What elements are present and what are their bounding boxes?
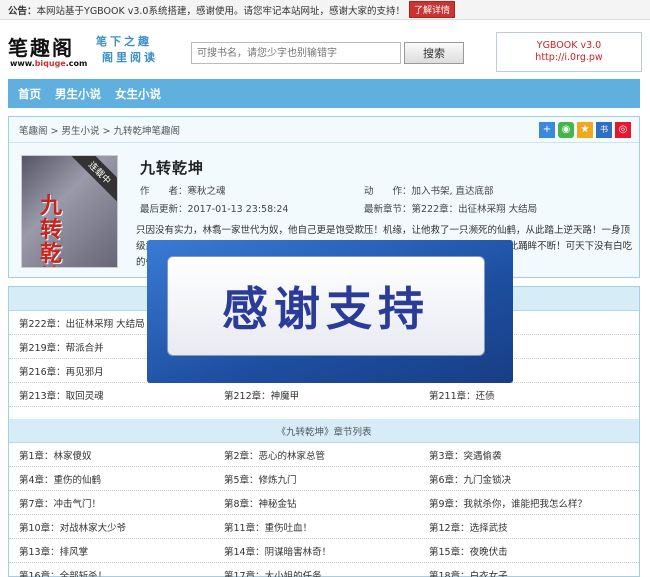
- chapter-row: 第1章：林家傻奴 第2章：恶心的林家总管 第3章：突遇偷袭: [9, 443, 639, 467]
- slogan: 笔下之趣 阁里阅读: [96, 34, 158, 66]
- updated-label: 最后更新：: [140, 204, 188, 215]
- chapter-link[interactable]: 第15章：夜晚伏击: [419, 539, 624, 562]
- chapter-link[interactable]: 第17章：大小姐的任务: [214, 563, 419, 577]
- author-row: 作 者：寒秋之魂: [140, 183, 226, 197]
- action-row: 动 作：加入书架, 直达底部: [364, 183, 494, 197]
- learn-more-button[interactable]: 了解详情: [408, 1, 455, 18]
- plus-icon[interactable]: +: [539, 122, 555, 138]
- logo-url-prefix: www.: [10, 59, 35, 68]
- action-label: 动 作：: [364, 186, 412, 197]
- promo-line-2: http://i.0rg.pw: [535, 52, 603, 63]
- chapter-link[interactable]: 第2章：恶心的林家总管: [214, 443, 419, 466]
- promo-box[interactable]: YGBOOK v3.0 http://i.0rg.pw: [496, 32, 642, 72]
- chapter-link[interactable]: 第213章：取回灵魂: [9, 383, 214, 406]
- thanks-text: 感谢支持: [222, 282, 430, 336]
- share-bar: + ◉ ★ 书 ◎: [539, 122, 631, 138]
- chapter-row: 第16章：全部斩杀！ 第17章：大小姐的任务 第18章：白衣女子: [9, 563, 639, 577]
- search-button[interactable]: 搜索: [404, 42, 464, 64]
- author-label: 作 者：: [140, 186, 188, 197]
- latest-label: 最新章节：: [364, 204, 412, 215]
- chapter-row: 第4章：重伤的仙鹤 第5章：修炼九门 第6章：九门金锁决: [9, 467, 639, 491]
- announcement-bar: 公告： 本网站基于YGBOOK v3.0系统搭建，感谢使用。请您牢记本站网址，感…: [0, 0, 650, 20]
- promo-line-1: YGBOOK v3.0: [536, 40, 602, 51]
- logo-url-suffix: .com: [65, 59, 88, 68]
- chapter-link[interactable]: 第16章：全部斩杀！: [9, 563, 214, 577]
- nav-home[interactable]: 首页: [18, 86, 41, 102]
- search-input[interactable]: [191, 42, 401, 64]
- chapter-link[interactable]: 第4章：重伤的仙鹤: [9, 467, 214, 490]
- wechat-icon[interactable]: ◉: [558, 122, 574, 138]
- weibo-icon[interactable]: ◎: [615, 122, 631, 138]
- chapter-link[interactable]: 第12章：选择武技: [419, 515, 624, 538]
- announcement-prefix: 公告：: [8, 5, 37, 17]
- book-cover[interactable]: 连载中 九转乾坤: [21, 155, 118, 268]
- chapter-link[interactable]: 第10章：对战林家大少爷: [9, 515, 214, 538]
- action-links[interactable]: 加入书架, 直达底部: [412, 186, 494, 197]
- updated-time: 2017-01-13 23:58:24: [187, 204, 289, 215]
- latest-row: 最新章节：第222章：出征林采翔 大结局: [364, 201, 537, 215]
- chapter-link[interactable]: 第9章：我就杀你，谁能把我怎么样？: [419, 491, 624, 514]
- chapter-link[interactable]: 第3章：突遇偷袭: [419, 443, 624, 466]
- chapter-link[interactable]: 第211章：还债: [419, 383, 624, 406]
- site-header: 笔趣阁 www.biquge.com 笔下之趣 阁里阅读 搜索 YGBOOK v…: [8, 26, 642, 74]
- slogan-line-2: 阁里阅读: [102, 51, 158, 64]
- chapter-link[interactable]: 第6章：九门金锁决: [419, 467, 624, 490]
- chapter-link[interactable]: 第1章：林家傻奴: [9, 443, 214, 466]
- chapter-row: 第13章：排风掌 第14章：阴谋暗害林奇！ 第15章：夜晚伏击: [9, 539, 639, 563]
- book-title: 九转乾坤: [140, 159, 205, 177]
- chapter-list-header: 《九转乾坤》章节列表: [9, 419, 639, 443]
- star-icon[interactable]: ★: [577, 122, 593, 138]
- chapter-link[interactable]: 第5章：修炼九门: [214, 467, 419, 490]
- latest-chapter-link[interactable]: 第222章：出征林采翔 大结局: [412, 204, 538, 215]
- chapter-link[interactable]: 第7章：冲击气门！: [9, 491, 214, 514]
- announcement-text: 本网站基于YGBOOK v3.0系统搭建，感谢使用。请您牢记本站网址，感谢大家的…: [36, 5, 405, 17]
- logo-url-brand: biquge: [34, 59, 66, 68]
- chapter-link[interactable]: 第14章：阴谋暗害林奇！: [214, 539, 419, 562]
- nav-male-novels[interactable]: 男生小说: [55, 86, 101, 102]
- site-logo[interactable]: 笔趣阁: [8, 32, 74, 61]
- nav-female-novels[interactable]: 女生小说: [115, 86, 161, 102]
- chapter-row: 第10章：对战林家大少爷 第11章：重伤吐血！ 第12章：选择武技: [9, 515, 639, 539]
- bookmark-icon[interactable]: 书: [596, 122, 612, 138]
- logo-url: www.biquge.com: [10, 59, 87, 68]
- chapter-row: 第213章：取回灵魂 第212章：神魔甲 第211章：还债: [9, 383, 639, 407]
- chapter-link[interactable]: 第18章：白衣女子: [419, 563, 624, 577]
- chapter-row: 第7章：冲击气门！ 第8章：神秘金钻 第9章：我就杀你，谁能把我怎么样？: [9, 491, 639, 515]
- thanks-banner-plate: 感谢支持: [167, 256, 485, 356]
- author-name[interactable]: 寒秋之魂: [188, 186, 226, 197]
- thanks-overlay-banner: 感谢支持: [147, 240, 513, 383]
- cover-title: 九转乾坤: [40, 193, 63, 267]
- slogan-line-1: 笔下之趣: [96, 35, 152, 48]
- main-nav: 首页 男生小说 女生小说: [8, 79, 640, 108]
- chapter-link[interactable]: 第8章：神秘金钻: [214, 491, 419, 514]
- chapter-link[interactable]: 第11章：重伤吐血！: [214, 515, 419, 538]
- chapter-link[interactable]: 第13章：排风掌: [9, 539, 214, 562]
- chapter-link[interactable]: 第212章：神魔甲: [214, 383, 419, 406]
- updated-row: 最后更新：2017-01-13 23:58:24: [140, 201, 288, 215]
